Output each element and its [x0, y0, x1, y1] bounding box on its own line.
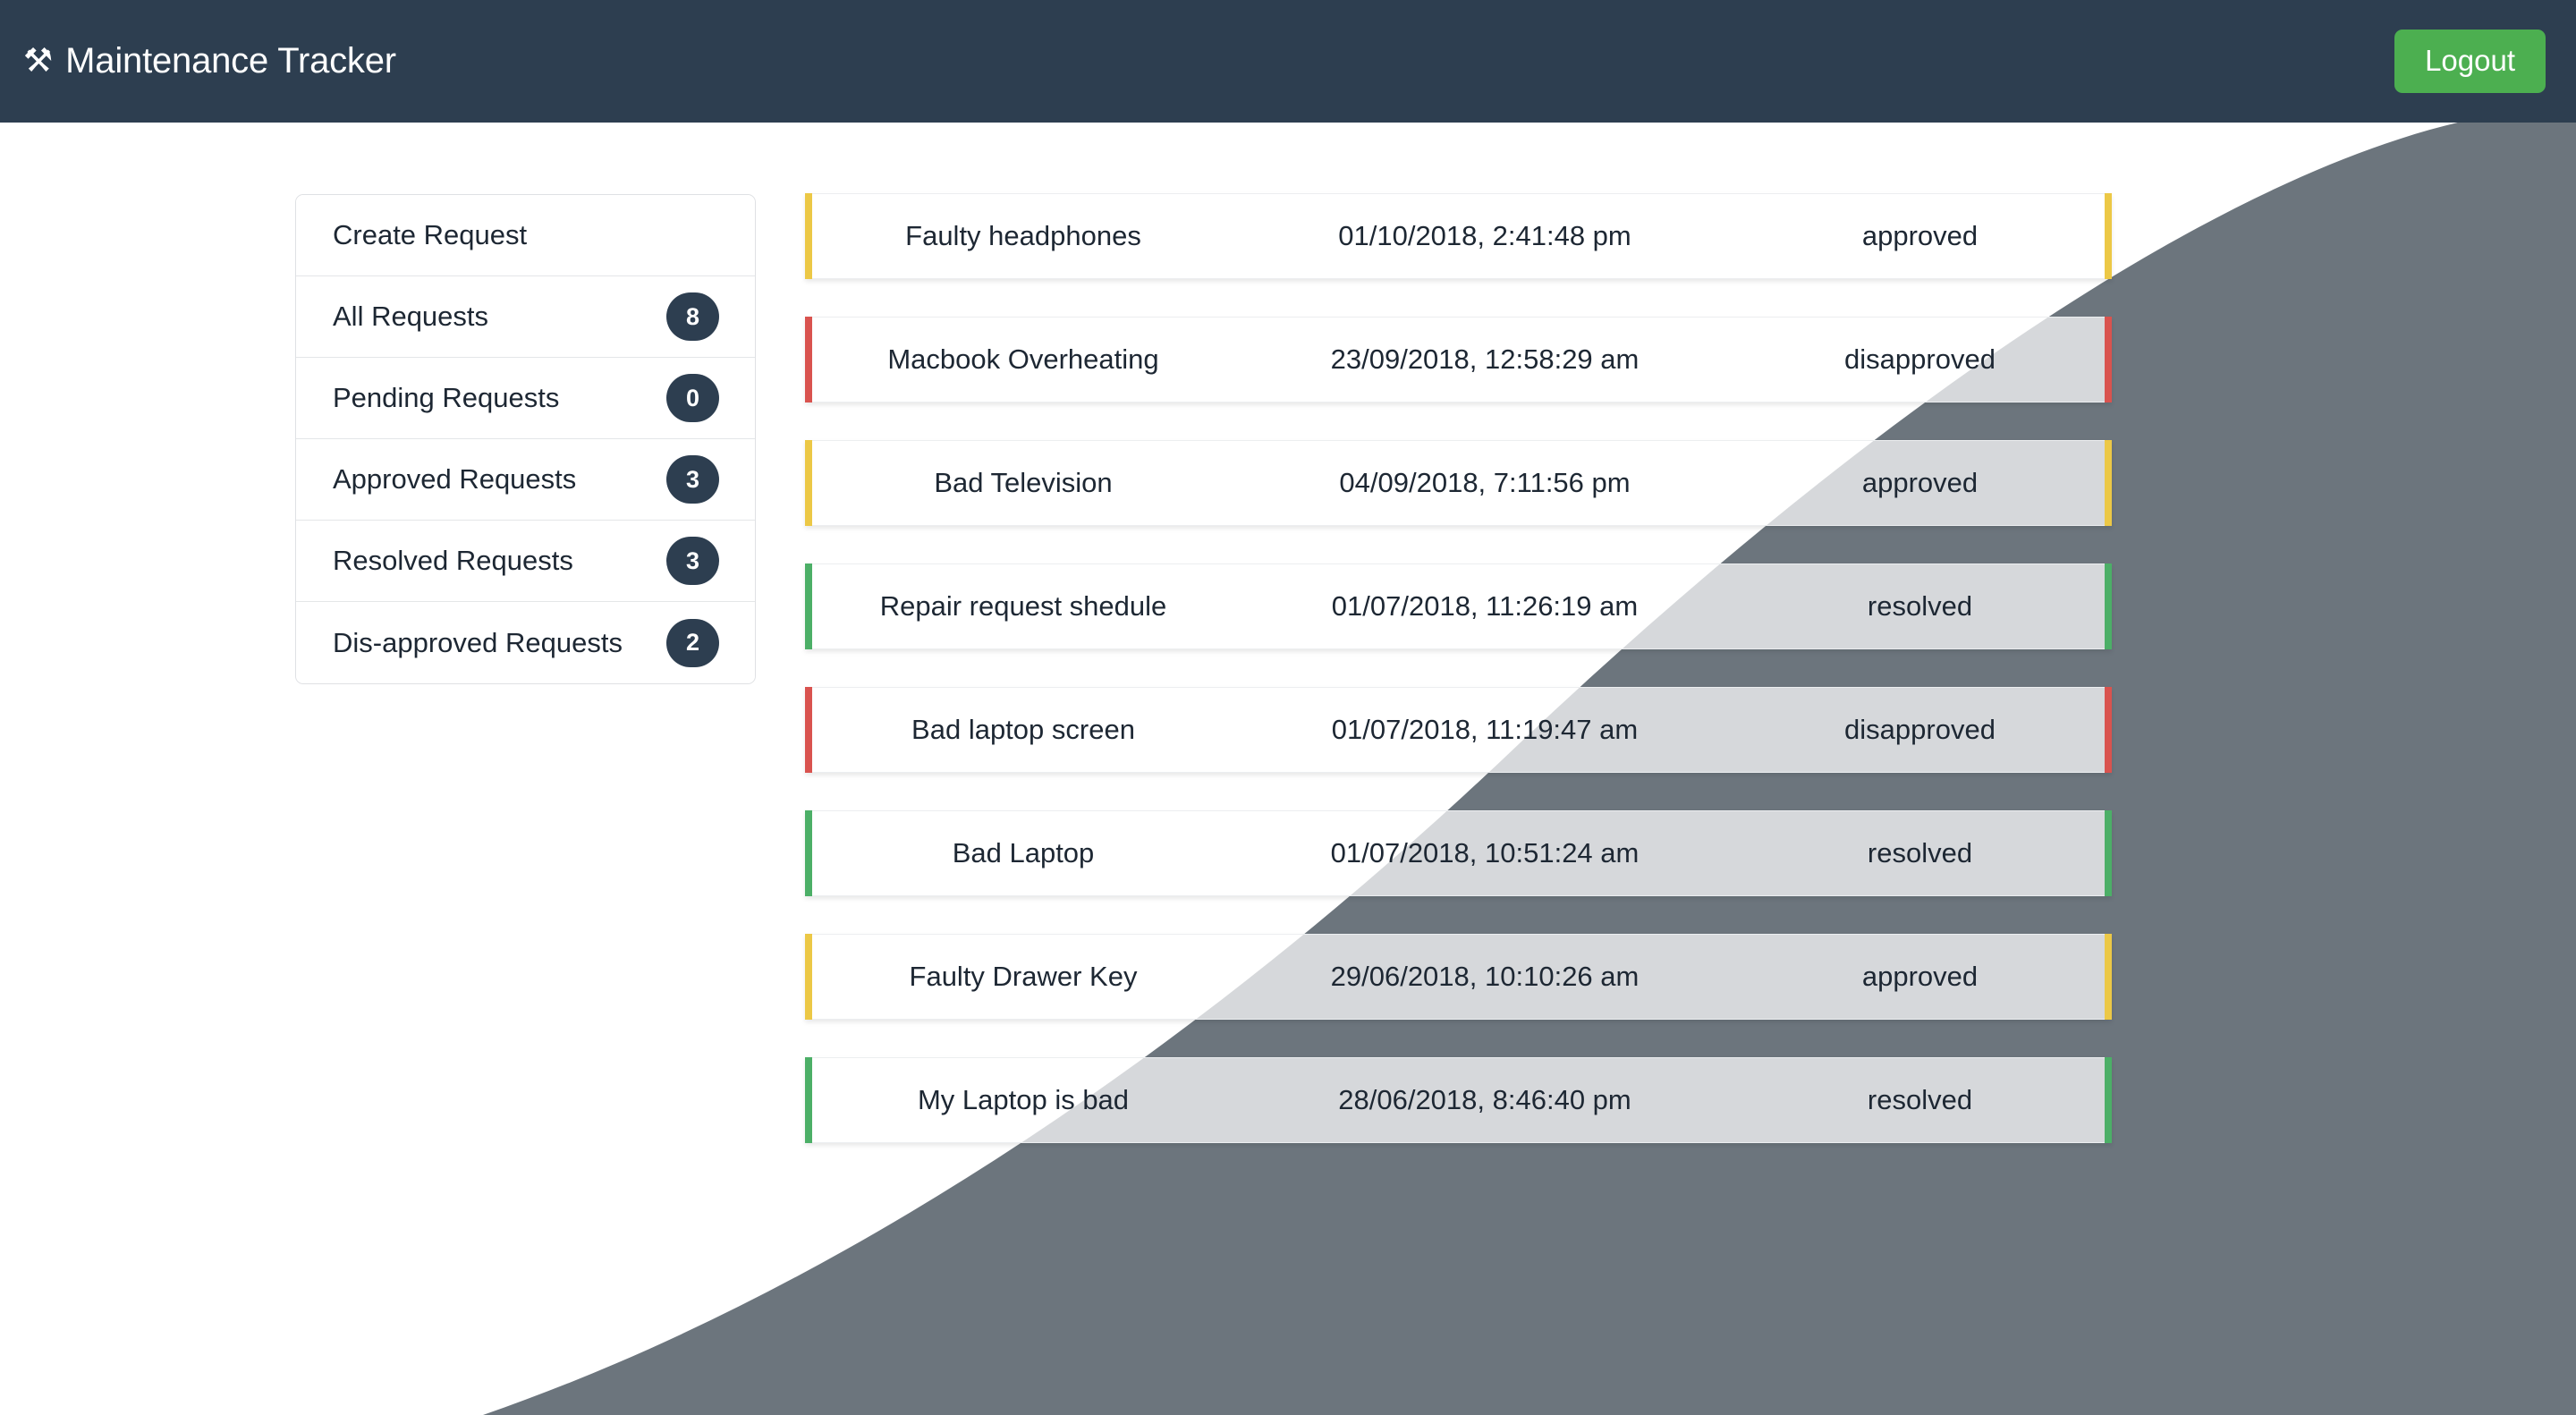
table-row[interactable]: Bad Television 04/09/2018, 7:11:56 pm ap… [805, 440, 2112, 526]
sidebar-item-label: Resolved Requests [333, 545, 573, 576]
request-date: 04/09/2018, 7:11:56 pm [1339, 467, 1631, 498]
status-badge: approved [1861, 220, 1979, 251]
request-date: 01/07/2018, 10:51:24 am [1330, 837, 1640, 868]
sidebar-item-all-requests[interactable]: All Requests 8 [296, 276, 755, 358]
sidebar-item-badge: 3 [666, 537, 719, 585]
table-row[interactable]: Bad Laptop 01/07/2018, 10:51:24 am resol… [805, 810, 2112, 896]
table-row[interactable]: Faulty Drawer Key 29/06/2018, 10:10:26 a… [805, 934, 2112, 1020]
requests-list: Faulty headphones 01/10/2018, 2:41:48 pm… [805, 193, 2112, 1143]
sidebar-item-badge: 3 [666, 455, 719, 504]
status-badge: disapproved [1844, 343, 1996, 375]
request-date: 23/09/2018, 12:58:29 am [1330, 343, 1640, 375]
sidebar-item-badge: 2 [666, 618, 719, 667]
table-row[interactable]: Macbook Overheating 23/09/2018, 12:58:29… [805, 317, 2112, 402]
sidebar-item-create-request[interactable]: Create Request [296, 195, 755, 276]
sidebar-item-pending-requests[interactable]: Pending Requests 0 [296, 358, 755, 439]
request-date: 01/07/2018, 11:19:47 am [1331, 714, 1639, 745]
brand: ⚒ Maintenance Tracker [23, 41, 396, 81]
hammer-and-wrench-icon: ⚒ [23, 42, 54, 79]
page-title: Maintenance Tracker [65, 41, 396, 80]
sidebar-item-badge: 8 [666, 292, 719, 341]
sidebar-item-approved-requests[interactable]: Approved Requests 3 [296, 439, 755, 521]
page-content: Create Request All Requests 8 Pending Re… [0, 123, 2576, 1415]
table-row[interactable]: Repair request shedule 01/07/2018, 11:26… [805, 563, 2112, 649]
sidebar-item-disapproved-requests[interactable]: Dis-approved Requests 2 [296, 602, 755, 683]
request-title: Faulty headphones [905, 220, 1141, 251]
request-title: Bad Television [934, 467, 1113, 498]
app-header: ⚒ Maintenance Tracker Logout [0, 0, 2576, 123]
request-date: 01/07/2018, 11:26:19 am [1331, 590, 1639, 622]
sidebar-item-label: Pending Requests [333, 382, 560, 413]
request-title: Faulty Drawer Key [909, 961, 1138, 992]
sidebar-item-resolved-requests[interactable]: Resolved Requests 3 [296, 521, 755, 602]
status-badge: resolved [1867, 590, 1973, 622]
logout-button[interactable]: Logout [2394, 30, 2546, 93]
request-title: Macbook Overheating [887, 343, 1159, 375]
status-badge: disapproved [1844, 714, 1996, 745]
table-row[interactable]: My Laptop is bad 28/06/2018, 8:46:40 pm … [805, 1057, 2112, 1143]
table-row[interactable]: Faulty headphones 01/10/2018, 2:41:48 pm… [805, 193, 2112, 279]
request-date: 29/06/2018, 10:10:26 am [1330, 961, 1640, 992]
sidebar-item-label: Approved Requests [333, 463, 577, 495]
request-date: 28/06/2018, 8:46:40 pm [1338, 1084, 1631, 1115]
request-title: Bad laptop screen [911, 714, 1135, 745]
sidebar-item-label: All Requests [333, 301, 489, 332]
request-title: My Laptop is bad [917, 1084, 1130, 1115]
sidebar-nav: Create Request All Requests 8 Pending Re… [295, 194, 756, 684]
table-row[interactable]: Bad laptop screen 01/07/2018, 11:19:47 a… [805, 687, 2112, 773]
status-badge: resolved [1867, 1084, 1973, 1115]
request-title: Repair request shedule [879, 590, 1167, 622]
app-root: ⚒ Maintenance Tracker Logout Create Requ… [0, 0, 2576, 1415]
request-date: 01/10/2018, 2:41:48 pm [1338, 220, 1631, 251]
sidebar-item-label: Create Request [333, 219, 528, 250]
status-badge: approved [1861, 961, 1979, 992]
status-badge: approved [1861, 467, 1979, 498]
sidebar-item-label: Dis-approved Requests [333, 626, 623, 658]
sidebar-item-badge: 0 [666, 374, 719, 422]
status-badge: resolved [1867, 837, 1973, 868]
request-title: Bad Laptop [952, 837, 1095, 868]
